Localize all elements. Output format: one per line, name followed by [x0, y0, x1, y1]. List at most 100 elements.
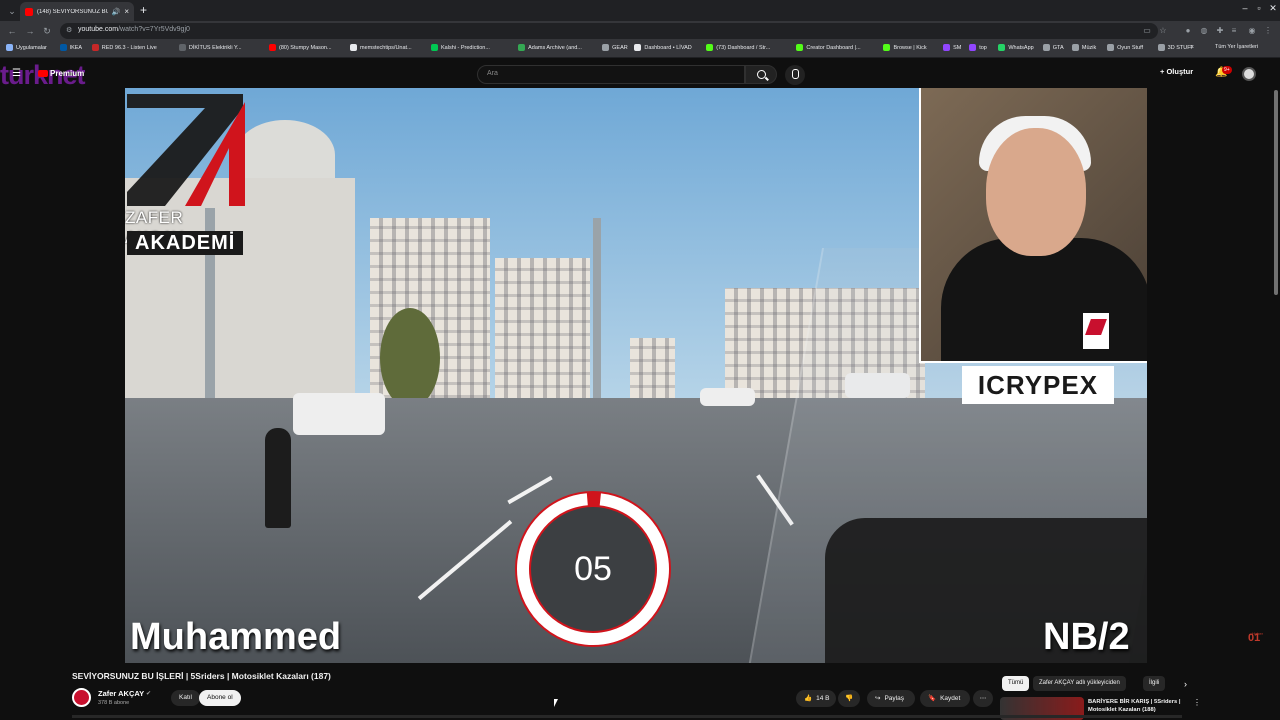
bookmark-item[interactable]: Oyun Stuff	[1107, 44, 1143, 51]
bookmarks-overflow-icon[interactable]: »	[1190, 44, 1193, 50]
tab-search-dropdown-icon[interactable]: ⌄	[6, 5, 18, 17]
account-avatar[interactable]	[1242, 67, 1256, 81]
video-player[interactable]: ZAFER AKÇAY AKADEMİ ICRYPEX 05 Muhammed …	[125, 88, 1147, 663]
vpn-icon[interactable]: ◍	[1198, 25, 1210, 37]
profile-icon[interactable]: ◉	[1246, 25, 1258, 37]
bookmark-label: Browse | Kick	[893, 44, 927, 51]
brand-subtitle: AKADEMİ	[127, 231, 244, 255]
bookmarks-bar: Uygulamalar IKEA RED 96.3 - Listen Live DİK…	[0, 41, 1280, 58]
browser-tab[interactable]: (148) SEVİYORSUNUZ BU İŞ 🔊 ×	[20, 2, 134, 21]
bookmark-star-icon[interactable]: ☆	[1157, 25, 1169, 37]
recommendation-title[interactable]: BARİYERE BİR KARIŞ | 5Sriders | Motosikl…	[1088, 698, 1188, 714]
bookmark-favicon-icon	[269, 44, 276, 51]
cast-icon[interactable]: ▭	[1141, 25, 1153, 37]
more-actions-button[interactable]: ⋯	[973, 690, 993, 707]
search-input[interactable]: Ara	[477, 65, 745, 84]
save-label: Kaydet	[940, 695, 961, 702]
bookmark-item[interactable]: Müzik	[1071, 44, 1097, 51]
youtube-masthead: turknet ☰ Premium Ara + Oluştur 🔔 9+	[0, 58, 1280, 90]
forward-icon[interactable]: →	[24, 25, 36, 37]
bookmark-favicon-icon	[1042, 44, 1050, 51]
bookmark-item[interactable]: GTA	[1042, 44, 1064, 51]
minimize-icon[interactable]: –	[1238, 3, 1252, 13]
subscriber-count: 378 B abone	[98, 700, 130, 706]
create-button[interactable]: + Oluştur	[1160, 67, 1193, 76]
bookmark-item[interactable]: Dashboard • LİVAD	[634, 44, 692, 51]
like-button[interactable]: 👍 14 B	[796, 690, 836, 707]
browser-tab-strip: ⌄ (148) SEVİYORSUNUZ BU İŞ 🔊 × + – ▫ ✕	[0, 0, 1280, 21]
bookmark-item[interactable]: Adams Archive (and...	[518, 44, 582, 51]
address-bar[interactable]: ⚙ youtube.com/watch?v=7Yr5Vdv9gj0	[60, 23, 1158, 39]
video-title: SEVİYORSUNUZ BU İŞLERİ | 5Sriders | Moto…	[72, 671, 331, 681]
video-scene-tree	[380, 308, 440, 408]
bookmark-label: WhatsApp	[1008, 44, 1034, 51]
reading-list-icon[interactable]: ≡	[1228, 25, 1240, 37]
join-button[interactable]: Katıl	[171, 690, 201, 706]
voice-search-icon[interactable]	[785, 65, 805, 85]
bookmark-item[interactable]: Kalshi - Prediction...	[431, 44, 490, 51]
search-placeholder: Ara	[487, 70, 498, 77]
bookmark-item[interactable]: Creator Dashboard |...	[796, 44, 861, 51]
site-info-icon[interactable]: ⚙	[66, 26, 72, 34]
tab-close-icon[interactable]: ×	[124, 7, 129, 16]
browser-toolbar: ← → ↻ ⚙ youtube.com/watch?v=7Yr5Vdv9gj0 …	[0, 21, 1280, 41]
browser-menu-icon[interactable]: ⋮	[1262, 25, 1274, 37]
guide-menu-icon[interactable]: ☰	[12, 68, 21, 79]
bookmark-item[interactable]: WhatsApp	[998, 44, 1034, 51]
presenter-body	[941, 238, 1147, 361]
bookmark-item[interactable]: Uygulamalar	[6, 44, 47, 51]
bookmark-item[interactable]: 3D STUFF	[1157, 44, 1194, 51]
back-icon[interactable]: ←	[6, 25, 18, 37]
save-icon: 🔖	[928, 695, 937, 702]
countdown-number: 05	[574, 550, 612, 588]
bookmark-item[interactable]: top	[969, 44, 987, 51]
bookmark-label: (73) Dashboard / Str...	[716, 44, 771, 51]
puzzle-icon[interactable]: ✚	[1214, 25, 1226, 37]
bookmark-item[interactable]: IKEA	[59, 44, 82, 51]
bookmark-label: RED 96.3 - Listen Live	[101, 44, 157, 51]
share-button[interactable]: ↪ Paylaş	[867, 690, 915, 707]
shirt-logo-icon	[1083, 313, 1109, 349]
channel-name[interactable]: Zafer AKÇAY	[98, 689, 144, 698]
window-close-icon[interactable]: ✕	[1266, 3, 1280, 14]
video-scene-building	[495, 258, 590, 398]
maximize-icon[interactable]: ▫	[1252, 3, 1266, 13]
bookmark-label: Müzik	[1081, 44, 1097, 51]
reload-icon[interactable]: ↻	[41, 25, 53, 37]
bookmark-label: Kalshi - Prediction...	[441, 44, 490, 51]
chip-from-uploader[interactable]: Zafer AKÇAY adlı yükleyiciden	[1033, 676, 1126, 691]
recommendation-menu-icon[interactable]: ⋮	[1193, 698, 1201, 707]
chip-all[interactable]: Tümü	[1002, 676, 1030, 691]
bookmark-item[interactable]: Browse | Kick	[883, 44, 927, 51]
bookmark-favicon-icon	[518, 44, 526, 51]
new-tab-button[interactable]: +	[140, 3, 147, 17]
chip-related[interactable]: İlgili	[1143, 676, 1166, 691]
url-text: youtube.com/watch?v=7Yr5Vdv9gj0	[78, 26, 190, 33]
sponsor-logo: ICRYPEX	[962, 366, 1114, 404]
bookmark-label: DİKİTUS Elektrikli Y...	[188, 44, 242, 51]
extension-icon[interactable]: ●	[1182, 25, 1194, 37]
bookmark-item[interactable]: memstechtips/Unat...	[350, 44, 412, 51]
page-scrollbar[interactable]	[1274, 90, 1278, 295]
youtube-logo-icon[interactable]	[38, 70, 48, 77]
bookmark-favicon-icon	[796, 44, 804, 51]
chips-next-icon[interactable]: ›	[1184, 679, 1187, 689]
subscribe-button[interactable]: Abone ol	[199, 690, 241, 706]
bookmark-item[interactable]: DİKİTUS Elektrikli Y...	[178, 44, 242, 51]
bookmark-item[interactable]: SM	[943, 44, 961, 51]
youtube-logo-text[interactable]: Premium	[50, 69, 84, 78]
bookmark-label: Oyun Stuff	[1117, 44, 1144, 51]
bookmark-label: Adams Archive (and...	[528, 44, 582, 51]
bookmark-item[interactable]: (80) Stumpy Mason...	[269, 44, 332, 51]
bookmark-item[interactable]: GEAR	[602, 44, 628, 51]
search-button[interactable]	[745, 65, 777, 84]
all-bookmarks-folder[interactable]: Tüm Yer İşaretleri	[1215, 44, 1258, 50]
bookmark-label: Uygulamalar	[16, 44, 47, 51]
bookmark-item[interactable]: RED 96.3 - Listen Live	[91, 44, 157, 51]
speaker-icon[interactable]: 🔊	[112, 8, 121, 16]
dislike-button[interactable]: 👎	[838, 690, 860, 707]
like-icon: 👍	[804, 695, 813, 702]
save-button[interactable]: 🔖 Kaydet	[920, 690, 970, 707]
bookmark-item[interactable]: (73) Dashboard / Str...	[706, 44, 770, 51]
channel-avatar[interactable]	[72, 688, 91, 707]
